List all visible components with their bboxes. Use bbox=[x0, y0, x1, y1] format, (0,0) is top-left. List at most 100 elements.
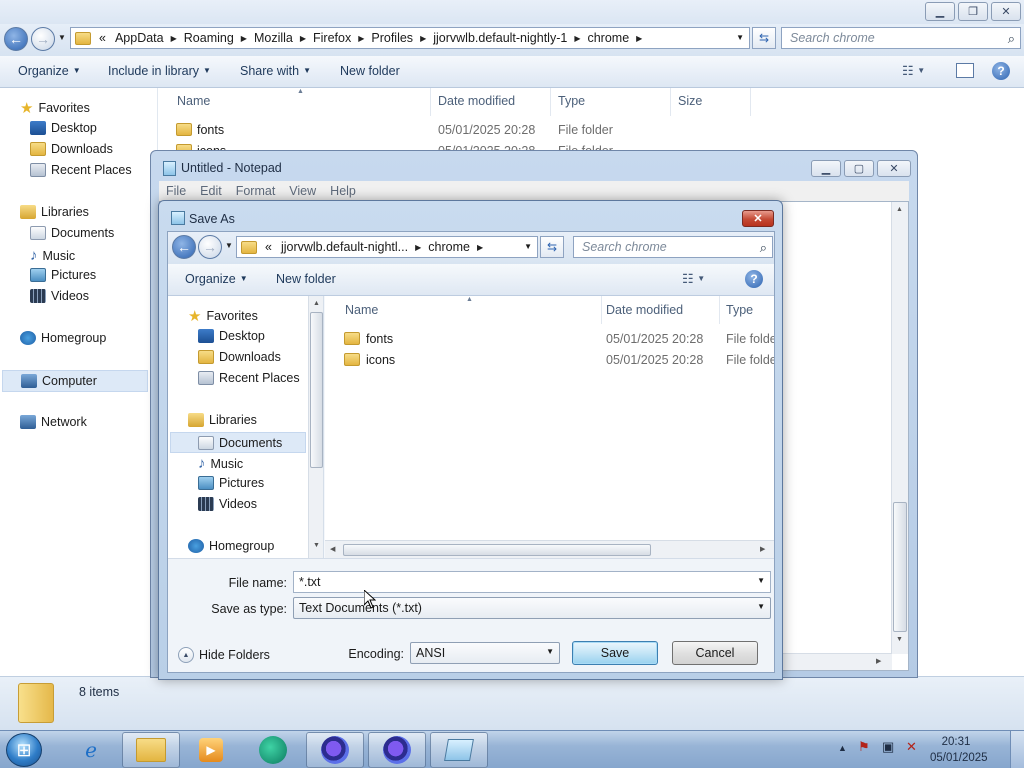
chevron-right-icon[interactable]: ▶ bbox=[634, 34, 644, 43]
forward-arrow-icon[interactable]: → bbox=[198, 235, 222, 259]
nav-network[interactable]: Network bbox=[20, 415, 87, 429]
chevron-right-icon[interactable]: ▶ bbox=[169, 34, 179, 43]
nav-desktop[interactable]: Desktop bbox=[30, 121, 97, 135]
scroll-right-icon[interactable]: ▶ bbox=[876, 657, 881, 665]
volume-muted-icon[interactable]: ✕ bbox=[906, 739, 917, 755]
scroll-up-icon[interactable]: ▲ bbox=[313, 300, 320, 307]
address-bar[interactable]: « AppData ▶ Roaming ▶ Mozilla ▶ Firefox ▶ Pr… bbox=[70, 27, 750, 49]
search-input[interactable]: Search chrome ⌕ bbox=[781, 27, 1021, 49]
explorer-titlebar[interactable]: ▁ ❐ ✕ bbox=[0, 0, 1024, 24]
nav-documents[interactable]: Documents bbox=[30, 226, 114, 240]
firefox-nightly-taskbar-icon[interactable] bbox=[368, 732, 426, 768]
breadcrumb-roaming[interactable]: Roaming bbox=[179, 31, 239, 45]
column-divider[interactable] bbox=[670, 88, 671, 116]
notepad-taskbar-icon[interactable] bbox=[430, 732, 488, 768]
nav-videos[interactable]: Videos bbox=[198, 497, 257, 511]
nav-recent-places[interactable]: Recent Places bbox=[198, 371, 300, 385]
show-desktop-button[interactable] bbox=[1010, 731, 1024, 768]
nav-downloads[interactable]: Downloads bbox=[30, 142, 113, 156]
nav-homegroup[interactable]: Homegroup bbox=[188, 539, 274, 553]
scroll-right-icon[interactable]: ▶ bbox=[760, 545, 765, 553]
include-in-library-button[interactable]: Include in library ▼ bbox=[108, 64, 211, 78]
restore-button[interactable]: ❐ bbox=[958, 2, 988, 21]
network-status-icon[interactable]: ▣ bbox=[882, 739, 894, 755]
view-options-icon[interactable]: ☷ ▼ bbox=[902, 63, 925, 79]
internet-explorer-icon[interactable]: ℯ bbox=[62, 732, 120, 768]
back-arrow-icon[interactable]: ← bbox=[172, 235, 196, 259]
help-icon[interactable]: ? bbox=[745, 270, 763, 288]
nav-pictures[interactable]: Pictures bbox=[30, 268, 96, 282]
close-button[interactable]: ✕ bbox=[991, 2, 1021, 21]
nav-videos[interactable]: Videos bbox=[30, 289, 89, 303]
breadcrumb-mozilla[interactable]: Mozilla bbox=[249, 31, 298, 45]
back-arrow-icon[interactable]: ← bbox=[4, 27, 28, 51]
breadcrumb-profile[interactable]: jjorvwlb.default-nightl... bbox=[276, 240, 413, 254]
nav-computer[interactable]: Computer bbox=[2, 370, 148, 392]
nav-scrollbar[interactable]: ▲ ▼ bbox=[308, 296, 323, 558]
column-divider[interactable] bbox=[430, 88, 431, 116]
breadcrumb-profile[interactable]: jjorvwlb.default-nightly-1 bbox=[428, 31, 572, 45]
nav-favorites[interactable]: ★ Favorites bbox=[20, 99, 90, 117]
breadcrumb-chrome[interactable]: chrome bbox=[582, 31, 634, 45]
column-divider[interactable] bbox=[550, 88, 551, 116]
scroll-left-icon[interactable]: ◀ bbox=[330, 545, 335, 553]
breadcrumb-appdata[interactable]: AppData bbox=[110, 31, 169, 45]
scrollbar-thumb[interactable] bbox=[343, 544, 651, 556]
edge-app-icon[interactable] bbox=[244, 732, 302, 768]
chevron-right-icon[interactable]: ▶ bbox=[356, 34, 366, 43]
organize-button[interactable]: Organize ▼ bbox=[18, 64, 81, 78]
scroll-up-icon[interactable]: ▲ bbox=[896, 206, 903, 213]
explorer-taskbar-icon[interactable] bbox=[122, 732, 180, 768]
nav-downloads[interactable]: Downloads bbox=[198, 350, 281, 364]
menu-format[interactable]: Format bbox=[229, 184, 283, 198]
recent-pages-chevron-icon[interactable]: ▼ bbox=[58, 33, 66, 42]
action-center-icon[interactable]: ⚑ bbox=[858, 739, 870, 755]
column-divider[interactable] bbox=[601, 296, 602, 324]
column-date[interactable]: Date modified bbox=[606, 303, 683, 317]
nav-music[interactable]: ♪ Music bbox=[198, 455, 243, 472]
minimize-button[interactable]: ▁ bbox=[925, 2, 955, 21]
system-clock[interactable]: 20:31 05/01/2025 bbox=[930, 734, 988, 766]
nav-favorites[interactable]: ★ Favorites bbox=[188, 307, 258, 325]
chevron-down-icon[interactable]: ▼ bbox=[757, 576, 765, 585]
address-dropdown-icon[interactable]: ▼ bbox=[736, 33, 744, 42]
breadcrumb-overflow[interactable]: « bbox=[261, 240, 276, 254]
column-type[interactable]: Type bbox=[558, 94, 585, 108]
share-with-button[interactable]: Share with ▼ bbox=[240, 64, 311, 78]
column-date[interactable]: Date modified bbox=[438, 94, 515, 108]
breadcrumb-chrome[interactable]: chrome bbox=[423, 240, 475, 254]
breadcrumb-firefox[interactable]: Firefox bbox=[308, 31, 356, 45]
cancel-button[interactable]: Cancel bbox=[672, 641, 758, 665]
nav-pictures[interactable]: Pictures bbox=[198, 476, 264, 490]
vertical-scrollbar[interactable]: ▲ ▼ bbox=[891, 202, 908, 654]
menu-help[interactable]: Help bbox=[323, 184, 363, 198]
organize-button[interactable]: Organize ▼ bbox=[185, 272, 248, 286]
new-folder-button[interactable]: New folder bbox=[340, 64, 400, 78]
nav-desktop[interactable]: Desktop bbox=[198, 329, 265, 343]
nav-documents[interactable]: Documents bbox=[170, 432, 306, 453]
chevron-right-icon[interactable]: ▶ bbox=[475, 243, 485, 252]
search-icon[interactable]: ⌕ bbox=[1008, 31, 1015, 47]
show-hidden-icons-chevron-icon[interactable]: ▲ bbox=[838, 743, 847, 753]
scroll-down-icon[interactable]: ▼ bbox=[313, 542, 320, 549]
refresh-icon[interactable]: ⇆ bbox=[752, 27, 776, 49]
column-divider[interactable] bbox=[750, 88, 751, 116]
chevron-right-icon[interactable]: ▶ bbox=[572, 34, 582, 43]
minimize-button[interactable]: ▁ bbox=[811, 160, 841, 177]
save-button[interactable]: Save bbox=[572, 641, 658, 665]
close-button[interactable]: ✕ bbox=[877, 160, 911, 177]
horizontal-scrollbar[interactable]: ▶ bbox=[780, 653, 892, 670]
forward-arrow-icon[interactable]: → bbox=[31, 27, 55, 51]
encoding-select[interactable]: ANSI ▼ bbox=[410, 642, 560, 664]
search-input[interactable]: Search chrome ⌕ bbox=[573, 236, 773, 258]
chevron-right-icon[interactable]: ▶ bbox=[239, 34, 249, 43]
breadcrumb-profiles[interactable]: Profiles bbox=[366, 31, 418, 45]
column-name[interactable]: Name bbox=[345, 303, 378, 317]
nav-music[interactable]: ♪ Music bbox=[30, 247, 75, 264]
chevron-right-icon[interactable]: ▶ bbox=[418, 34, 428, 43]
horizontal-scrollbar[interactable]: ◀ ▶ bbox=[325, 540, 774, 558]
refresh-icon[interactable]: ⇆ bbox=[540, 236, 564, 258]
scrollbar-thumb[interactable] bbox=[893, 502, 907, 632]
scroll-down-icon[interactable]: ▼ bbox=[896, 636, 903, 643]
column-name[interactable]: Name bbox=[177, 94, 210, 108]
